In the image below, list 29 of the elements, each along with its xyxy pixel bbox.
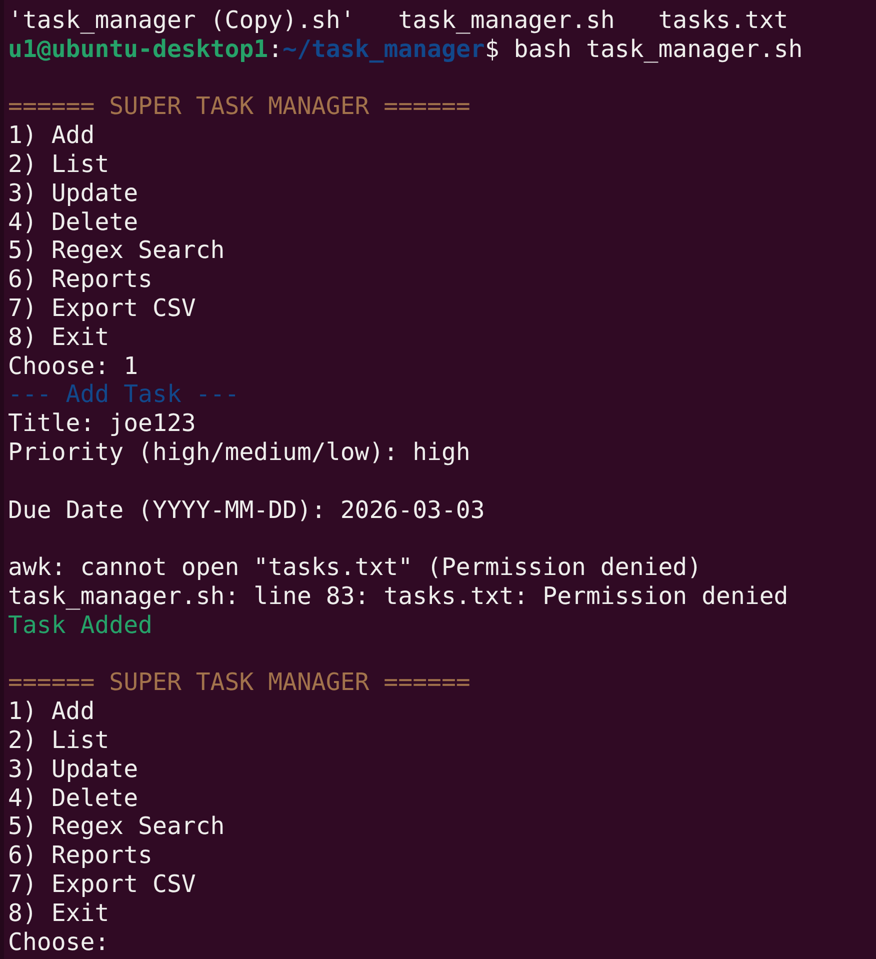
terminal-line: Choose: bbox=[8, 928, 110, 956]
terminal-line: Due Date (YYYY-MM-DD): 2026-03-03 bbox=[8, 496, 485, 524]
terminal-line: 3) Update bbox=[8, 178, 138, 208]
terminal-line: 7) Export CSV bbox=[8, 294, 196, 323]
terminal-line: 5) Regex Search bbox=[8, 812, 225, 842]
terminal-line: 2) List bbox=[8, 726, 110, 755]
terminal-line: ====== SUPER TASK MANAGER ====== bbox=[8, 92, 470, 122]
terminal-line: u1@ubuntu-desktop1:~/task_manager$ bash task_manager.sh bbox=[8, 34, 803, 64]
terminal-line: --- Add Task --- bbox=[8, 380, 240, 410]
terminal-line: task_manager.sh: line 83: tasks.txt: Permission denied bbox=[8, 582, 788, 611]
terminal-line: 4) Delete bbox=[8, 784, 138, 812]
terminal-line: 8) Exit bbox=[8, 322, 110, 352]
terminal-line: awk: cannot open "tasks.txt" (Permission denied) bbox=[8, 553, 702, 582]
terminal-line: Task Added bbox=[8, 610, 152, 640]
terminal-line: 1) Add bbox=[8, 697, 95, 726]
terminal-line: ====== SUPER TASK MANAGER ====== bbox=[8, 668, 470, 698]
terminal-line: 2) List bbox=[8, 150, 110, 179]
terminal-line: 8) Exit bbox=[8, 898, 110, 928]
terminal-line: 'task_manager (Copy).sh' task_manager.sh tasks.txt bbox=[8, 6, 788, 35]
terminal-line: 6) Reports bbox=[8, 841, 152, 870]
terminal-line: Choose: 1 bbox=[8, 352, 138, 380]
terminal-line: Priority (high/medium/low): high bbox=[8, 438, 470, 467]
terminal-line: 4) Delete bbox=[8, 208, 138, 236]
terminal-line: 6) Reports bbox=[8, 265, 152, 294]
terminal-line: 7) Export CSV bbox=[8, 870, 196, 899]
terminal-line: Title: joe123 bbox=[8, 409, 196, 438]
terminal-line: 3) Update bbox=[8, 754, 138, 784]
terminal-line: 5) Regex Search bbox=[8, 236, 225, 266]
terminal-line: 1) Add bbox=[8, 121, 95, 150]
